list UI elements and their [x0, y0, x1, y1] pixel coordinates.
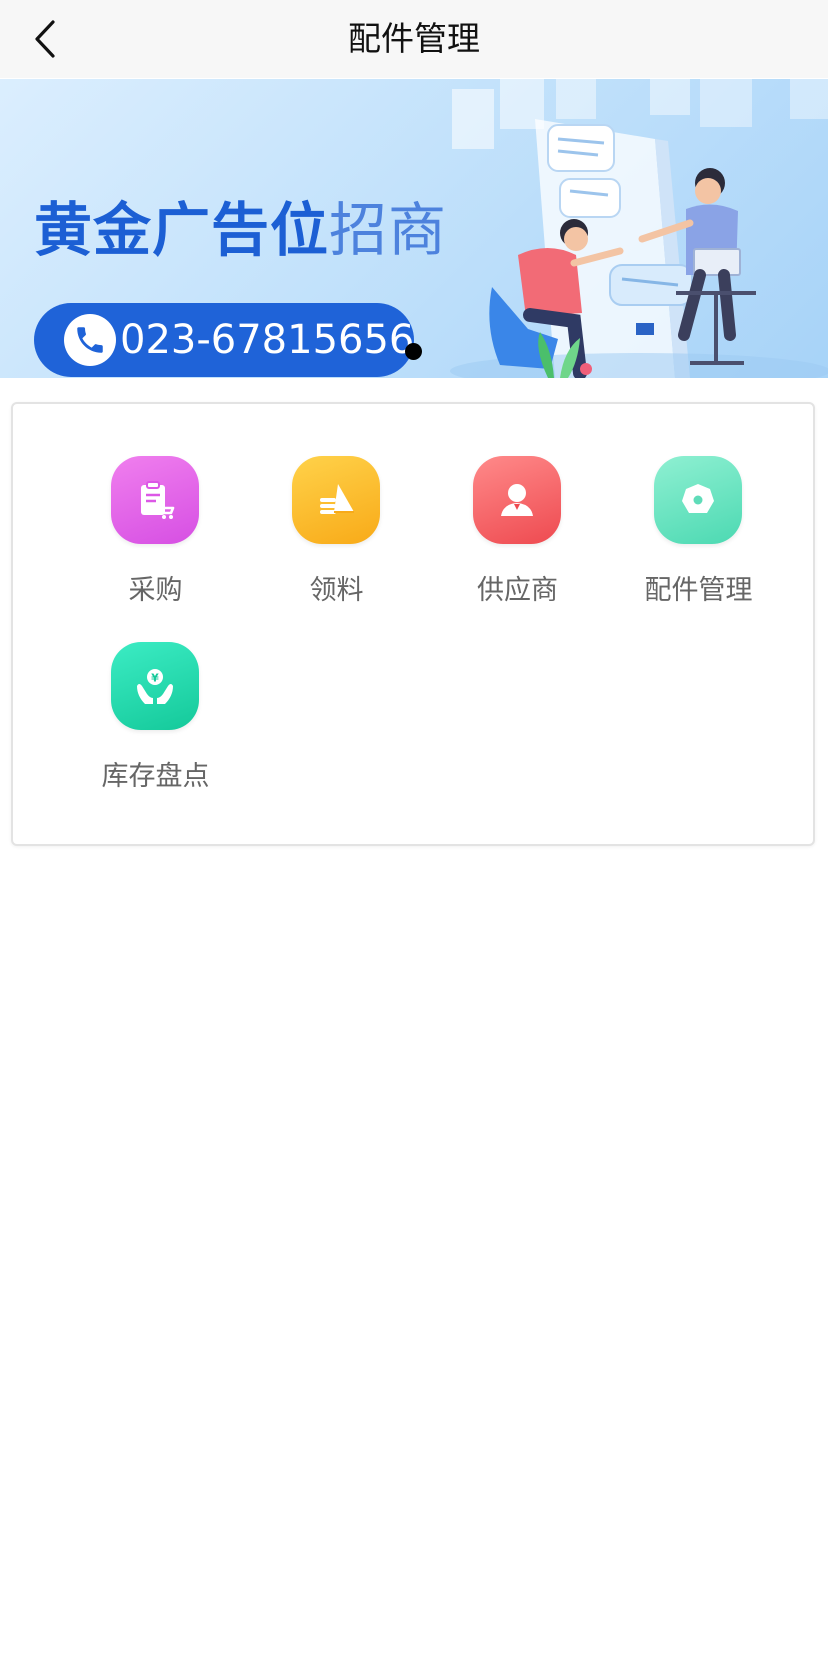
menu-item-requisition[interactable]: 领料: [246, 404, 427, 606]
supplier-person-icon: [473, 456, 561, 544]
banner-headline-light: 招商: [329, 196, 448, 264]
parts-management-page: 配件管理 黄金广告位招商 023-67815656 采购 领料 供应商 配件管理…: [0, 0, 828, 1658]
phone-icon: [64, 314, 116, 366]
menu-item-supplier[interactable]: 供应商: [427, 404, 608, 606]
menu-item-label: 领料: [309, 575, 364, 606]
menu-item-parts[interactable]: 配件管理: [608, 404, 789, 606]
menu-item-purchase[interactable]: 采购: [65, 404, 246, 606]
requisition-stack-icon: [292, 456, 380, 544]
banner-headline: 黄金广告位招商: [34, 183, 447, 267]
menu-item-inventory[interactable]: ¥ 库存盘点: [65, 590, 246, 792]
feature-menu-card: 采购 领料 供应商 配件管理 ¥ 库存盘点: [11, 402, 815, 846]
banner-headline-bold: 黄金广告位: [34, 196, 330, 264]
inventory-hands-yen-icon: ¥: [111, 642, 199, 730]
menu-item-label: 供应商: [477, 575, 558, 606]
carousel-indicator-dot[interactable]: [405, 343, 422, 360]
menu-item-label: 配件管理: [644, 575, 753, 606]
page-title: 配件管理: [348, 19, 480, 58]
banner-phone-pill[interactable]: 023-67815656: [34, 303, 414, 377]
ad-banner[interactable]: 黄金广告位招商 023-67815656: [0, 79, 828, 378]
purchase-clipboard-cart-icon: [111, 456, 199, 544]
banner-phone-number: 023-67815656: [120, 317, 415, 363]
parts-octagon-icon: [654, 456, 742, 544]
nav-header: 配件管理: [0, 0, 828, 78]
svg-text:¥: ¥: [151, 672, 159, 685]
menu-item-label: 库存盘点: [101, 761, 210, 792]
